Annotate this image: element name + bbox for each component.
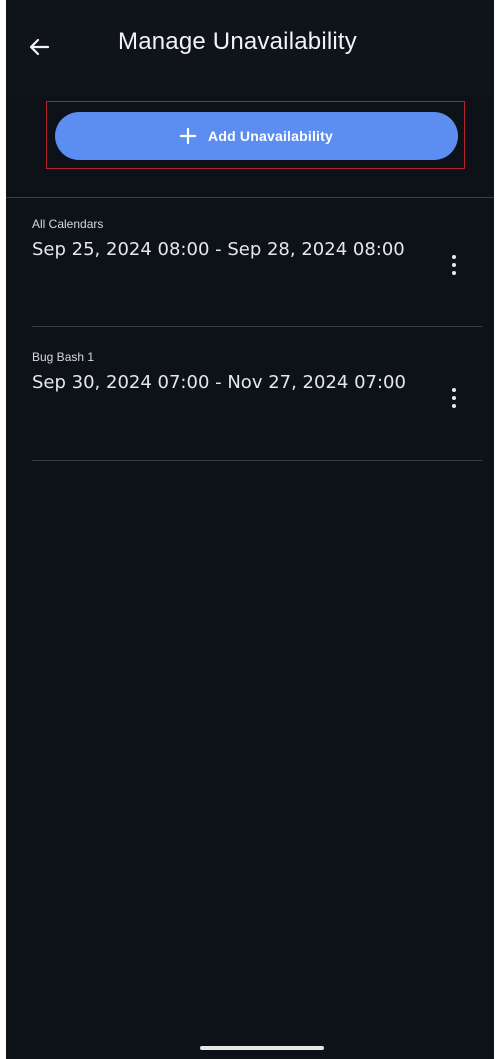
item-divider <box>32 460 482 461</box>
date-range: Sep 30, 2024 07:00 - Nov 27, 2024 07:00 <box>32 372 406 393</box>
item-divider <box>32 326 482 327</box>
dot <box>452 263 456 267</box>
date-range: Sep 25, 2024 08:00 - Sep 28, 2024 08:00 <box>32 239 405 260</box>
plus-icon <box>180 128 197 144</box>
app-bar: Manage Unavailability <box>6 0 494 96</box>
dot <box>452 271 456 275</box>
add-unavailability-button[interactable]: Add Unavailability <box>55 112 458 160</box>
more-options-button[interactable] <box>442 381 466 415</box>
dot <box>452 404 456 408</box>
more-options-button[interactable] <box>442 248 466 282</box>
dot <box>452 388 456 392</box>
add-unavailability-label: Add Unavailability <box>208 128 333 144</box>
page-title: Manage Unavailability <box>118 28 357 55</box>
arrow-left-icon <box>29 38 50 56</box>
back-button[interactable] <box>24 32 54 62</box>
screen: Manage Unavailability Add Unavailability… <box>6 0 494 1059</box>
home-indicator[interactable] <box>200 1046 324 1050</box>
header-divider <box>6 197 494 198</box>
dot <box>452 255 456 259</box>
calendar-name: Bug Bash 1 <box>32 350 95 364</box>
dot <box>452 396 456 400</box>
calendar-name: All Calendars <box>32 217 104 231</box>
